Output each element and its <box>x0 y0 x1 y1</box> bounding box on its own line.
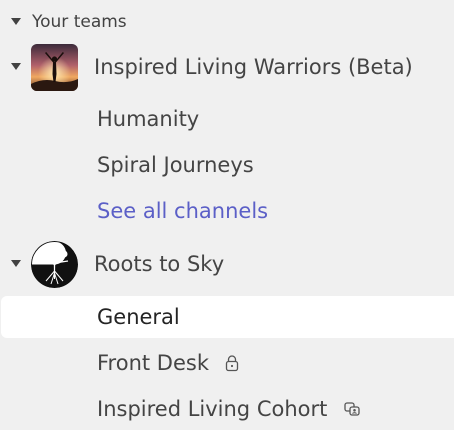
channel-inspired-living-cohort[interactable]: Inspired Living Cohort <box>0 388 454 430</box>
team-name: Inspired Living Warriors (Beta) <box>94 55 413 79</box>
channel-label-wrap: Front Desk <box>97 351 241 375</box>
your-teams-header[interactable]: Your teams <box>0 9 454 35</box>
section-label: Your teams <box>32 12 127 32</box>
team-roots-to-sky[interactable]: Roots to Sky <box>0 239 454 289</box>
channel-label: Front Desk <box>97 351 209 375</box>
caret-down-icon <box>11 260 21 267</box>
lock-icon <box>225 355 239 372</box>
caret-down-icon <box>11 18 21 25</box>
channel-label: Humanity <box>97 107 200 131</box>
team-avatar <box>31 44 78 91</box>
see-all-label: See all channels <box>97 199 269 223</box>
channel-label: Inspired Living Cohort <box>97 397 328 421</box>
tree-yin-yang-icon <box>31 241 78 288</box>
channel-label: General <box>97 305 180 329</box>
person-sunrise-icon <box>31 44 78 91</box>
team-name: Roots to Sky <box>94 252 225 276</box>
channel-label-wrap: Inspired Living Cohort <box>97 397 361 421</box>
team-avatar <box>31 241 78 288</box>
team-inspired-living-warriors[interactable]: Inspired Living Warriors (Beta) <box>0 42 454 92</box>
see-all-channels-link[interactable]: See all channels <box>0 190 454 232</box>
channel-spiral-journeys[interactable]: Spiral Journeys <box>0 144 454 186</box>
channel-front-desk[interactable]: Front Desk <box>0 342 454 384</box>
channel-label: Spiral Journeys <box>97 153 254 177</box>
caret-down-icon <box>11 63 21 70</box>
channel-humanity[interactable]: Humanity <box>0 98 454 140</box>
shared-channel-icon <box>344 402 361 416</box>
channel-general[interactable]: General <box>1 296 454 338</box>
